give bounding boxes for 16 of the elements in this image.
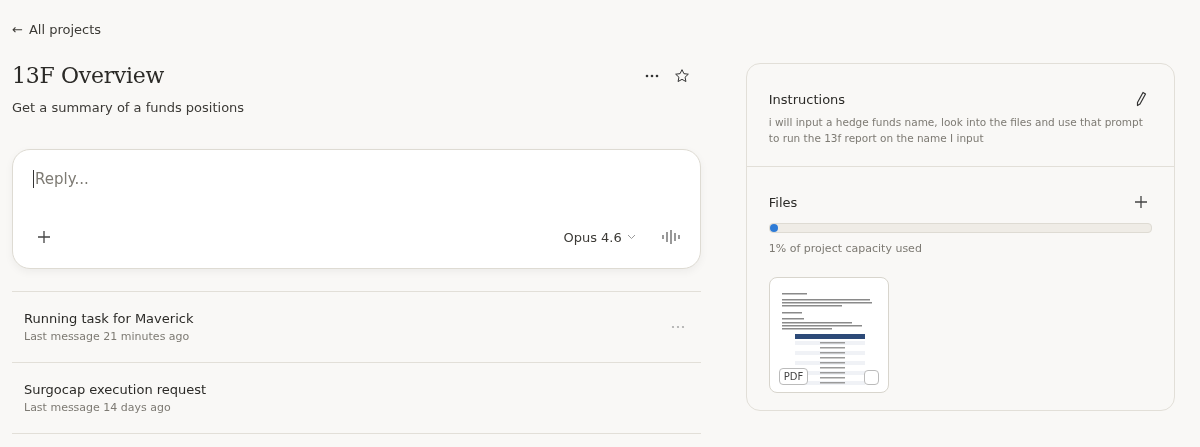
section-title: Instructions (768, 91, 846, 107)
file-card[interactable]: PDF (768, 277, 889, 393)
project-description: Get a summary of a funds positions (12, 100, 246, 115)
section-title: Files (768, 194, 798, 210)
model-selector[interactable]: Opus 4.6 (563, 229, 636, 245)
file-type-label: PDF (778, 368, 809, 385)
capacity-text: 1% of project capacity used (768, 242, 923, 255)
instructions-text: i will input a hedge funds name, look into the files and use that prompt to run the 13f report on the name I input (768, 115, 1144, 146)
project-title: 13F Overview (12, 63, 165, 88)
conversation-title[interactable]: Surgocap execution request (24, 382, 689, 397)
caret-icon (626, 234, 636, 240)
back-link[interactable]: ← All projects (12, 22, 102, 37)
conversation-time: Last message 21 minutes ago (24, 330, 191, 343)
conversation-title[interactable]: Running task for Maverick (24, 311, 659, 326)
reply-box[interactable]: Reply... Opus 4.6 (12, 149, 701, 269)
conversation-time: Last message 14 days ago (24, 401, 172, 414)
